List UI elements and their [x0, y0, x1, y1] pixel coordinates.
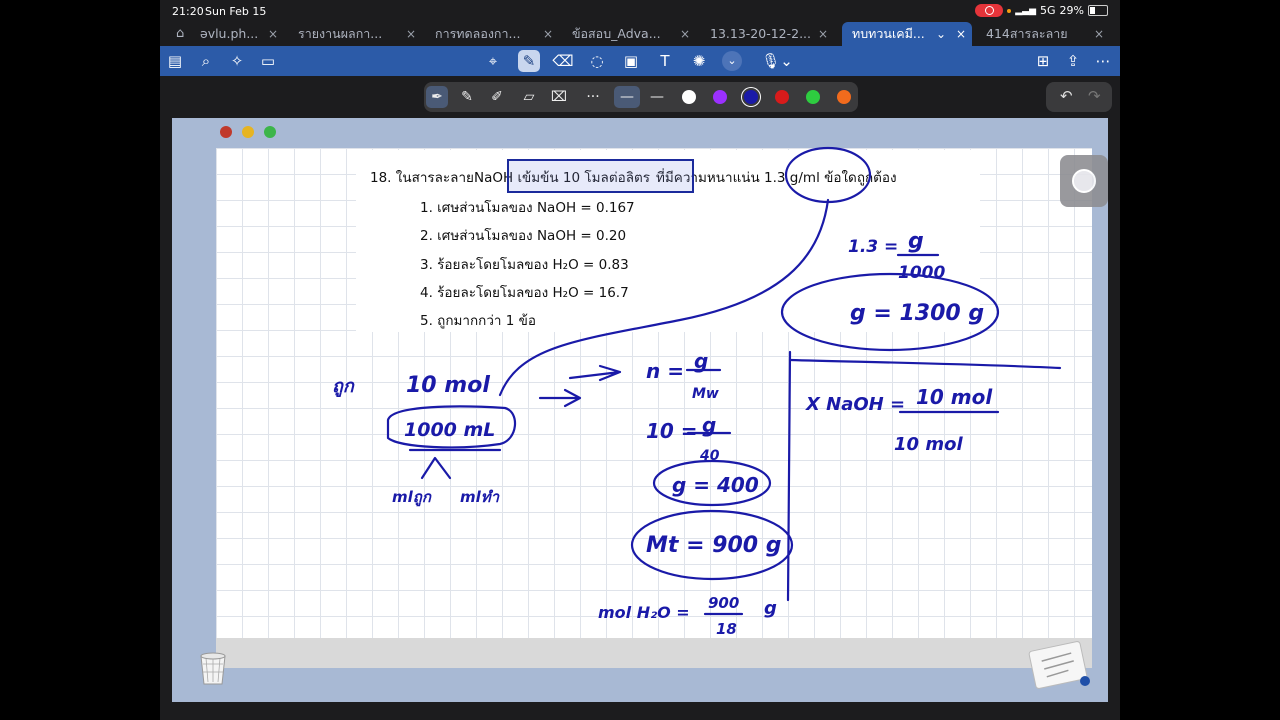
pen-options-row: ✒ ✎ ✐ ▱ ⌧ ··· — — ↶ ↷: [160, 76, 1120, 118]
ballpoint-pen-icon[interactable]: ✎: [456, 86, 478, 108]
tab-label: รายงานผลกา...: [298, 26, 383, 41]
cellular-icon: ▂▃▅: [1015, 5, 1037, 16]
shapes-icon[interactable]: ◌: [586, 50, 608, 72]
eraser-icon[interactable]: ⌫: [552, 50, 574, 72]
tab-0[interactable]: əvlu.ph... ×: [200, 22, 284, 46]
color-swatch-red[interactable]: [775, 90, 789, 104]
close-icon[interactable]: ×: [680, 22, 690, 46]
tab-2[interactable]: การทดลองกา... ×: [435, 22, 559, 46]
tab-label: ข้อสอบ_Adva...: [572, 26, 661, 41]
tab-bar: ⌂ əvlu.ph... × รายงานผลกา... × การทดลองกา.…: [160, 22, 1120, 46]
option-4: 4. ร้อยละโดยโมลของ H₂O = 16.7: [420, 285, 629, 301]
tab-4[interactable]: 13.13-20-12-2... ×: [710, 22, 834, 46]
text-icon[interactable]: T: [654, 50, 676, 72]
question-stem-prefix: 18. ในสารละลาย: [370, 170, 474, 186]
trash-icon[interactable]: [198, 648, 228, 686]
status-time: 21:20: [172, 5, 204, 18]
tab-label: ทบทวนเคมี...: [852, 26, 925, 41]
page-footer-bar: [216, 638, 1092, 668]
recording-icon[interactable]: [975, 4, 1004, 17]
image-icon[interactable]: ▣: [620, 50, 642, 72]
sparkle-icon[interactable]: ✧: [226, 50, 248, 72]
laser-icon[interactable]: ✺: [688, 50, 710, 72]
close-icon[interactable]: ×: [1094, 22, 1104, 46]
medium-stroke-icon[interactable]: —: [614, 86, 640, 108]
chevron-down-icon[interactable]: ⌄: [722, 51, 742, 71]
microphone-icon[interactable]: 🎙⌄: [760, 50, 794, 72]
document-icon[interactable]: ▭: [257, 50, 279, 72]
status-indicators: ▂▃▅ 5G 29%: [975, 4, 1108, 17]
close-icon[interactable]: ×: [543, 22, 553, 46]
tab-label: 13.13-20-12-2...: [710, 26, 812, 41]
tab-5-active[interactable]: ทบทวนเคมี... ⌄ ×: [842, 22, 972, 46]
option-3: 3. ร้อยละโดยโมลของ H₂O = 0.83: [420, 257, 629, 273]
fountain-pen-icon[interactable]: ✒: [426, 86, 448, 108]
toolbar: ▤ ⌕ ✧ ▭ ⌖ ✎ ⌫ ◌ ▣ T ✺ ⌄ 🎙⌄ ⊞ ⇪ ⋯: [160, 46, 1120, 76]
assistive-touch-button[interactable]: [1060, 155, 1108, 207]
color-swatch-white[interactable]: [682, 90, 696, 104]
search-icon[interactable]: ⌕: [195, 50, 217, 72]
mic-indicator-icon: [1007, 8, 1012, 13]
close-dot-icon: [220, 126, 232, 138]
highlighter-icon[interactable]: ▱: [518, 86, 540, 108]
brush-pen-icon[interactable]: ✐: [486, 86, 508, 108]
color-swatch-purple[interactable]: [713, 90, 727, 104]
thick-stroke-icon[interactable]: —: [646, 86, 668, 108]
highlight-box: [507, 159, 694, 193]
status-date: Sun Feb 15: [205, 5, 267, 18]
color-swatch-navy-selected[interactable]: [744, 90, 758, 104]
ipad-screen: 21:20 Sun Feb 15 ▂▃▅ 5G 29% ⌂ əvlu.ph...…: [160, 0, 1120, 720]
color-swatch-orange[interactable]: [837, 90, 851, 104]
tab-1[interactable]: รายงานผลกา... ×: [298, 22, 422, 46]
color-swatch-green[interactable]: [806, 90, 820, 104]
signal-label: 5G: [1040, 4, 1056, 17]
redo-icon[interactable]: ↷: [1088, 87, 1101, 105]
pen-palette: ✒ ✎ ✐ ▱ ⌧ ··· — —: [424, 82, 858, 112]
tab-label: 414สารละลาย: [986, 26, 1068, 41]
eraser-tool-icon[interactable]: ⌧: [548, 86, 570, 108]
home-icon[interactable]: ⌂: [176, 26, 184, 41]
sidebar-icon[interactable]: ▤: [164, 50, 186, 72]
option-5: 5. ถูกมากกว่า 1 ข้อ: [420, 313, 537, 329]
close-icon[interactable]: ×: [406, 22, 416, 46]
thin-stroke-icon[interactable]: ···: [582, 86, 604, 108]
status-bar: 21:20 Sun Feb 15 ▂▃▅ 5G 29%: [160, 0, 1120, 22]
close-icon[interactable]: ×: [956, 22, 966, 46]
undo-redo-group: ↶ ↷: [1046, 82, 1112, 112]
tab-6[interactable]: 414สารละลาย ×: [986, 22, 1110, 46]
lasso-icon[interactable]: ⌖: [482, 50, 504, 72]
tab-label: əvlu.ph...: [200, 26, 259, 41]
page-thumbnail-icon[interactable]: [1028, 640, 1090, 690]
battery-icon: [1088, 5, 1108, 16]
maximize-dot-icon: [264, 126, 276, 138]
close-icon[interactable]: ×: [268, 22, 278, 46]
share-icon[interactable]: ⇪: [1062, 50, 1084, 72]
minimize-dot-icon: [242, 126, 254, 138]
option-1: 1. เศษส่วนโมลของ NaOH = 0.167: [420, 200, 635, 216]
chevron-down-icon[interactable]: ⌄: [936, 22, 946, 46]
add-page-icon[interactable]: ⊞: [1032, 50, 1054, 72]
tab-label: การทดลองกา...: [435, 26, 521, 41]
undo-icon[interactable]: ↶: [1060, 87, 1073, 105]
close-icon[interactable]: ×: [818, 22, 828, 46]
pen-icon[interactable]: ✎: [518, 50, 540, 72]
option-2: 2. เศษส่วนโมลของ NaOH = 0.20: [420, 228, 627, 244]
more-icon[interactable]: ⋯: [1092, 50, 1114, 72]
tab-3[interactable]: ข้อสอบ_Adva... ×: [572, 22, 696, 46]
battery-label: 29%: [1059, 4, 1084, 17]
